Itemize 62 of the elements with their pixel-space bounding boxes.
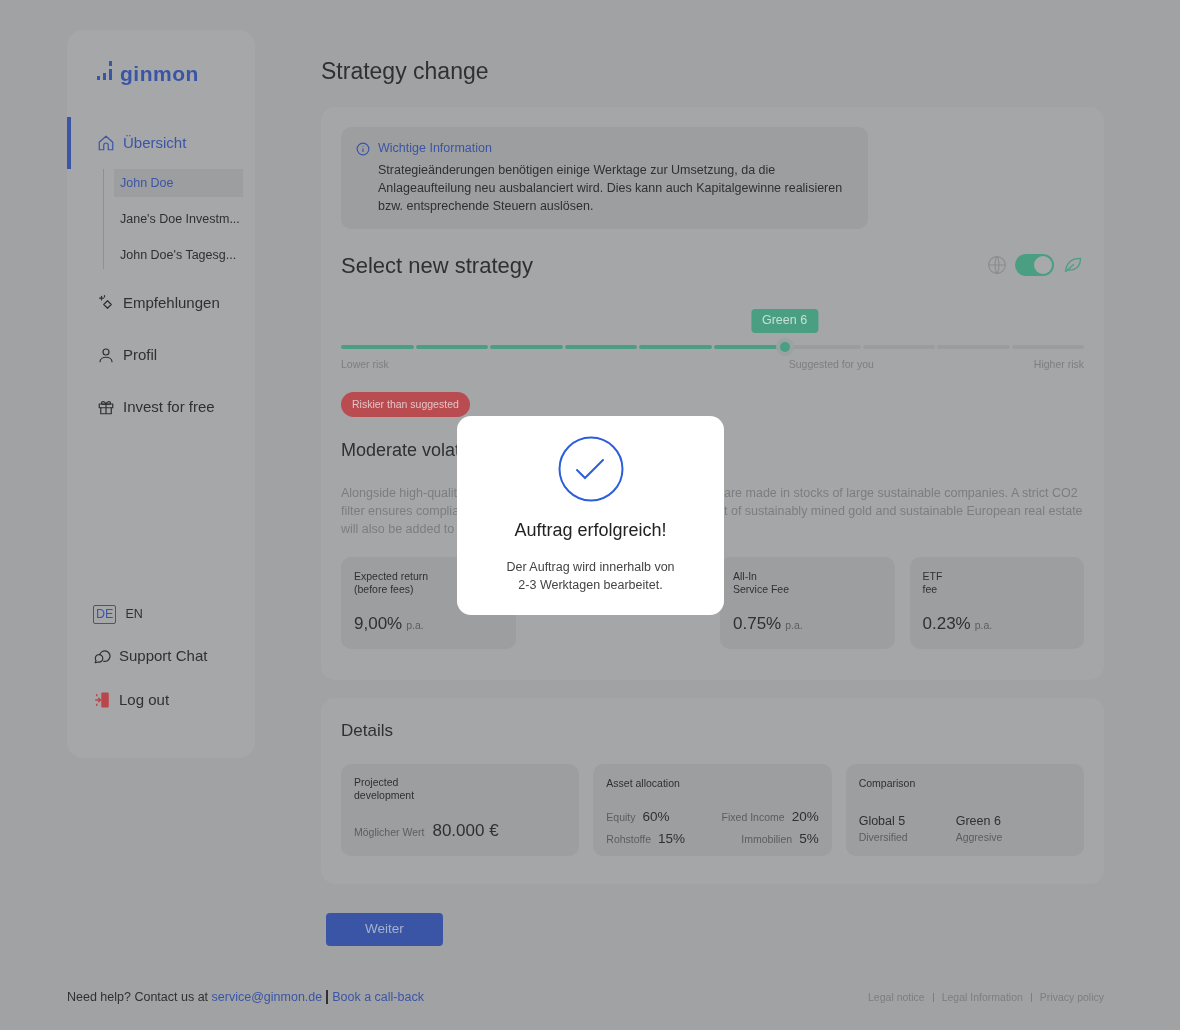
dialog-message: Der Auftrag wird innerhalb von 2-3 Werktagen bearbeitet.: [506, 559, 675, 594]
continue-button[interactable]: Weiter: [326, 912, 443, 946]
language-option[interactable]: EN: [122, 605, 146, 624]
slider-thumb[interactable]: [775, 337, 794, 356]
email-link[interactable]: service@ginmon.de: [211, 990, 323, 1004]
metric-value: 0.23%: [922, 612, 971, 635]
sparkle-icon: [97, 294, 115, 312]
info-icon: [356, 142, 370, 156]
sidebar-link[interactable]: Log out: [93, 678, 255, 722]
section-title: Select new strategy: [341, 251, 533, 280]
dialog-title: Auftrag erfolgreich!: [514, 519, 667, 542]
value-label: Möglicher Wert: [354, 825, 425, 841]
allocation-label: Immobilien: [741, 831, 793, 847]
metric-label: All-In Service Fee: [733, 570, 791, 597]
account-item[interactable]: John Doe's Tagesg...: [114, 241, 243, 269]
section-title: Details: [341, 720, 394, 743]
metric-label: ETF fee: [922, 570, 944, 597]
info-title: Wichtige Information: [378, 140, 493, 157]
sidebar-link[interactable]: Support Chat: [93, 634, 255, 678]
risk-slider[interactable]: [341, 337, 1084, 356]
globe-icon: [987, 255, 1007, 276]
strategy-name: Global 5: [858, 812, 907, 830]
strategy-toggle[interactable]: [1015, 254, 1054, 277]
logout-icon: [93, 691, 111, 709]
allocation-value: 5%: [799, 829, 819, 848]
card-title: Projected development: [354, 775, 416, 802]
account-item[interactable]: Jane's Doe Investm...: [114, 205, 243, 233]
allocation-value: 60%: [642, 807, 670, 826]
info-text: Strategieänderungen benötigen einige Werktage zur Umsetzung, da die Anlageaufteilung neu ausbalanciert wird. Dies kann auch Kapitalgewinne realisieren bzw. entsprechende Steuern auslösen.: [378, 161, 844, 215]
card-title: Asset allocation: [606, 775, 681, 791]
user-icon: [97, 346, 115, 364]
nav-item[interactable]: Empfehlungen: [67, 277, 255, 329]
strategy-type: Diversified: [858, 830, 908, 846]
account-item[interactable]: John Doe: [114, 169, 243, 197]
strategy-name: Green 6: [955, 812, 1002, 830]
metric-unit: p.a.: [406, 617, 424, 633]
allocation-value: 15%: [658, 829, 686, 848]
card-title: Comparison: [858, 775, 917, 791]
gift-icon: [97, 398, 115, 416]
risk-warning: Riskier than suggested: [341, 391, 470, 418]
allocation-value: 20%: [791, 807, 819, 826]
allocation-label: Equity: [606, 809, 636, 825]
metric-label: Expected return (before fees): [354, 570, 430, 597]
allocation-label: Fixed Income: [721, 809, 785, 825]
metric-unit: p.a.: [974, 617, 993, 633]
check-circle-icon: [557, 436, 624, 502]
logo-text: ginmon: [120, 63, 199, 84]
metric-unit: p.a.: [785, 617, 803, 633]
language-option[interactable]: DE: [93, 605, 117, 624]
projected-value: 80.000 €: [432, 820, 499, 843]
callback-link[interactable]: Book a call-back: [332, 988, 424, 1007]
strategy-type: Aggresive: [955, 830, 1003, 846]
allocation-label: Rohstoffe: [606, 831, 652, 847]
strategy-badge: Green 6: [751, 308, 819, 333]
metric-value: 0.75%: [733, 612, 782, 635]
home-icon: [97, 134, 115, 152]
help-text: Need help? Contact us at service@ginmon.de: [67, 989, 323, 1006]
chat-icon: [93, 647, 111, 665]
page-title: Strategy change: [321, 58, 490, 84]
metric-value: 9,00%: [354, 612, 403, 635]
nav-item[interactable]: Invest for free: [67, 381, 255, 433]
nav-item[interactable]: Profil: [67, 329, 255, 381]
